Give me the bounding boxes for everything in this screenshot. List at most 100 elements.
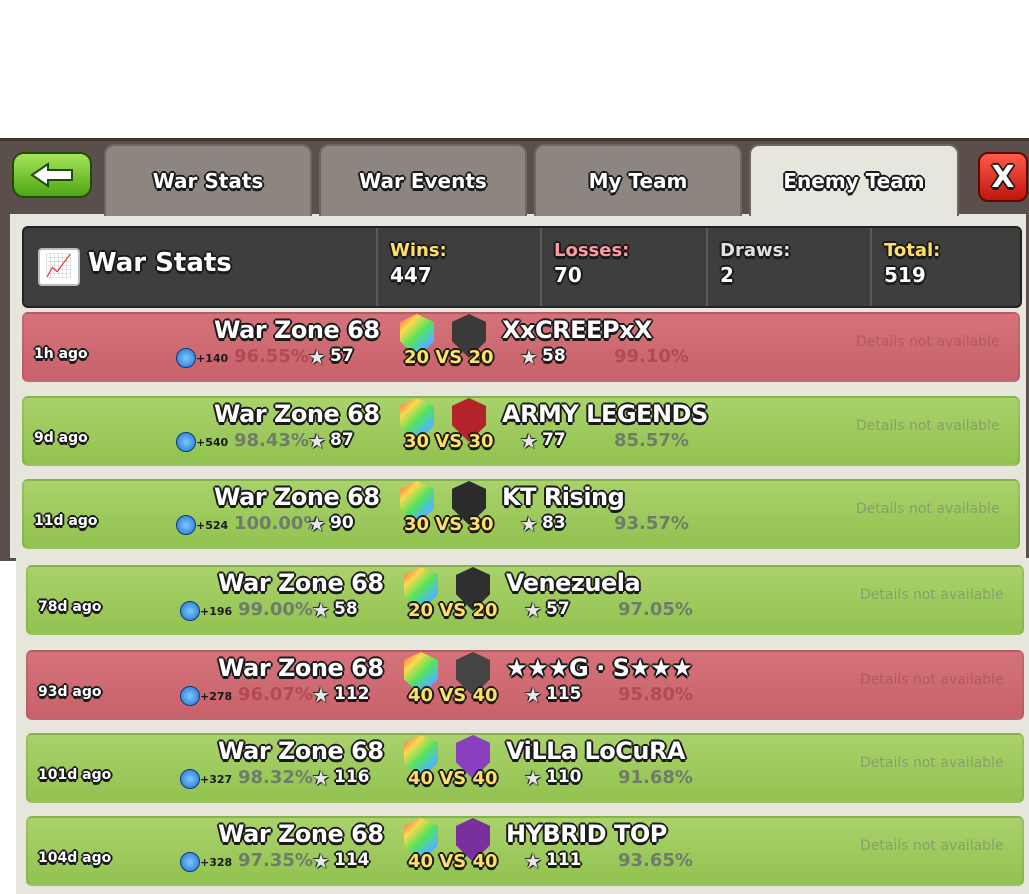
enemy-clan-name: ARMY LEGENDS	[502, 400, 708, 428]
wins-value: 447	[390, 263, 432, 287]
our-destruction: 96.55%	[234, 346, 309, 367]
their-stars: 110	[546, 767, 582, 787]
our-stars: 90	[330, 513, 354, 533]
xp-icon	[180, 769, 200, 789]
their-destruction: 93.57%	[614, 513, 689, 534]
war-row[interactable]: 104d ago War Zone 68 HYBRID TOP +328 97.…	[26, 816, 1024, 886]
their-stars: 111	[546, 850, 582, 870]
clan-name: War Zone 68	[218, 737, 384, 765]
tab-my-team[interactable]: My Team	[534, 144, 742, 216]
clan-name: War Zone 68	[218, 654, 384, 682]
xp-icon	[180, 601, 200, 621]
details-status: Details not available	[860, 755, 1004, 771]
tab-label: Enemy Team	[783, 169, 925, 193]
tab-war-stats[interactable]: War Stats	[104, 144, 312, 216]
war-size: 30 VS 30	[404, 514, 494, 535]
war-row[interactable]: 78d ago War Zone 68 Venezuela +196 99.00…	[26, 565, 1024, 635]
war-stats-summary: 📈 War Stats Wins: 447 Losses: 70 Draws: …	[22, 226, 1022, 308]
chart-icon: 📈	[38, 248, 80, 286]
draws-value: 2	[720, 263, 734, 287]
star-icon: ★	[308, 429, 326, 453]
star-icon: ★	[520, 429, 538, 453]
our-destruction: 99.00%	[238, 599, 313, 620]
their-destruction: 97.05%	[618, 599, 693, 620]
star-icon: ★	[312, 849, 330, 873]
xp-icon	[180, 852, 200, 872]
stats-title: War Stats	[88, 248, 232, 278]
star-icon: ★	[312, 766, 330, 790]
xp-value: +196	[200, 605, 233, 618]
xp-value: +140	[196, 352, 229, 365]
xp-icon	[176, 348, 196, 368]
wins-label: Wins:	[390, 240, 447, 261]
details-status: Details not available	[856, 501, 1000, 517]
details-status: Details not available	[856, 334, 1000, 350]
our-destruction: 96.07%	[238, 684, 313, 705]
our-destruction: 98.43%	[234, 430, 309, 451]
time-ago: 104d ago	[38, 850, 112, 866]
war-row[interactable]: 11d ago War Zone 68 KT Rising +524 100.0…	[22, 479, 1020, 549]
xp-icon	[176, 432, 196, 452]
war-row[interactable]: 93d ago War Zone 68 ★★★G · S★★★ +278 96.…	[26, 650, 1024, 720]
time-ago: 9d ago	[34, 430, 88, 446]
xp-value: +327	[200, 773, 233, 786]
their-stars: 83	[542, 513, 566, 533]
time-ago: 11d ago	[34, 513, 98, 529]
enemy-clan-name: ★★★G · S★★★	[506, 654, 693, 682]
war-size: 40 VS 40	[408, 851, 498, 872]
details-status: Details not available	[860, 672, 1004, 688]
star-icon: ★	[520, 345, 538, 369]
details-status: Details not available	[860, 838, 1004, 854]
star-icon: ★	[308, 345, 326, 369]
tab-label: War Events	[359, 169, 487, 193]
draws-label: Draws:	[720, 240, 791, 261]
stat-draws: Draws: 2	[706, 228, 870, 306]
close-button[interactable]: X	[978, 152, 1028, 202]
xp-icon	[176, 515, 196, 535]
our-destruction: 97.35%	[238, 850, 313, 871]
their-stars: 58	[542, 346, 566, 366]
war-row[interactable]: 101d ago War Zone 68 ViLLa LoCuRA +327 9…	[26, 733, 1024, 803]
tab-war-events[interactable]: War Events	[319, 144, 527, 216]
war-size: 20 VS 20	[408, 600, 498, 621]
back-button[interactable]	[12, 152, 92, 198]
clan-name: War Zone 68	[214, 316, 380, 344]
star-icon: ★	[312, 598, 330, 622]
war-row[interactable]: 1h ago War Zone 68 XxCREEPxX +140 96.55%…	[22, 312, 1020, 382]
time-ago: 101d ago	[38, 767, 112, 783]
their-destruction: 91.68%	[618, 767, 693, 788]
enemy-clan-name: Venezuela	[506, 569, 641, 597]
their-destruction: 85.57%	[614, 430, 689, 451]
their-stars: 57	[546, 599, 570, 619]
enemy-clan-name: ViLLa LoCuRA	[506, 737, 686, 765]
stat-total: Total: 519	[870, 228, 1018, 306]
war-size: 20 VS 20	[404, 347, 494, 368]
xp-value: +524	[196, 519, 229, 532]
stat-wins: Wins: 447	[376, 228, 540, 306]
war-row[interactable]: 9d ago War Zone 68 ARMY LEGENDS +540 98.…	[22, 396, 1020, 466]
enemy-clan-name: KT Rising	[502, 483, 625, 511]
xp-value: +278	[200, 690, 233, 703]
total-value: 519	[884, 263, 926, 287]
details-status: Details not available	[860, 587, 1004, 603]
time-ago: 93d ago	[38, 684, 102, 700]
stat-losses: Losses: 70	[540, 228, 706, 306]
our-stars: 57	[330, 346, 354, 366]
their-stars: 77	[542, 430, 566, 450]
tab-enemy-team[interactable]: Enemy Team	[749, 144, 959, 216]
war-size: 40 VS 40	[408, 768, 498, 789]
our-stars: 116	[334, 767, 370, 787]
star-icon: ★	[520, 512, 538, 536]
xp-value: +540	[196, 436, 229, 449]
tab-label: My Team	[588, 169, 688, 193]
clan-name: War Zone 68	[218, 820, 384, 848]
war-size: 40 VS 40	[408, 685, 498, 706]
xp-icon	[180, 686, 200, 706]
star-icon: ★	[308, 512, 326, 536]
time-ago: 78d ago	[38, 599, 102, 615]
enemy-clan-name: XxCREEPxX	[502, 316, 652, 344]
star-icon: ★	[524, 766, 542, 790]
time-ago: 1h ago	[34, 346, 88, 362]
tab-label: War Stats	[152, 169, 264, 193]
losses-label: Losses:	[554, 240, 630, 261]
